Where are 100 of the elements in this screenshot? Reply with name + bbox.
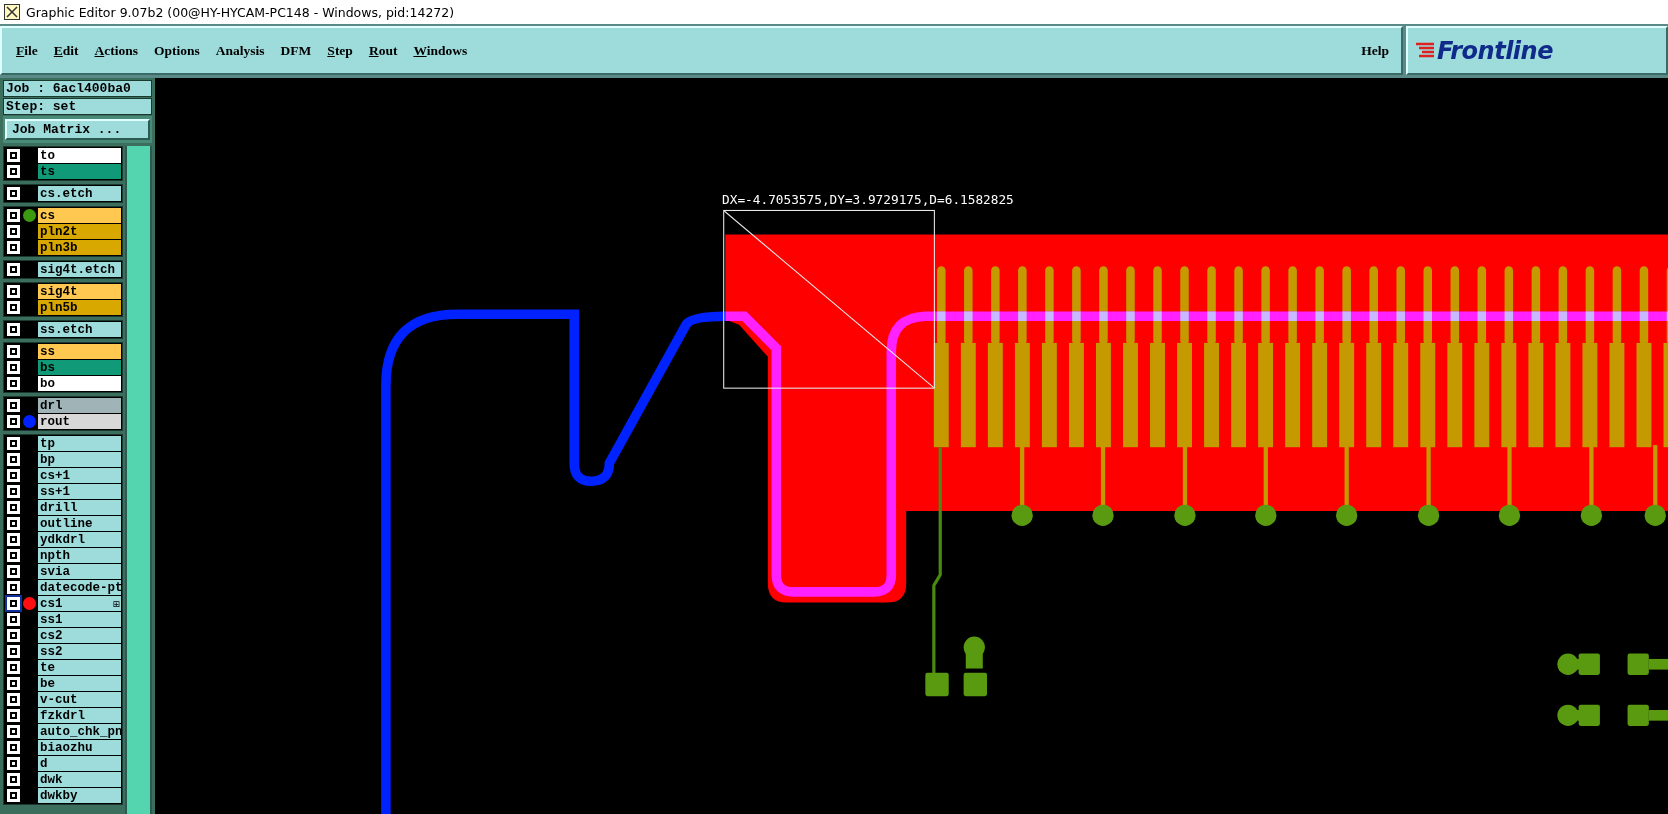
- layer-checkbox[interactable]: [7, 241, 20, 254]
- layer-row[interactable]: bp: [5, 452, 121, 467]
- layer-row[interactable]: ydkdrl: [5, 532, 121, 547]
- layer-checkbox[interactable]: [7, 377, 20, 390]
- layer-row[interactable]: bo: [5, 376, 121, 391]
- layer-checkbox[interactable]: [7, 469, 20, 482]
- layer-checkbox[interactable]: [7, 149, 20, 162]
- layer-row[interactable]: to: [5, 148, 121, 163]
- layer-checkbox[interactable]: [7, 209, 20, 222]
- layer-checkbox[interactable]: [7, 757, 20, 770]
- layer-checkbox[interactable]: [7, 399, 20, 412]
- layer-name[interactable]: bs: [38, 360, 121, 375]
- layer-name[interactable]: drill: [38, 500, 121, 515]
- layer-name[interactable]: te: [38, 660, 121, 675]
- layer-row[interactable]: sig4t: [5, 284, 121, 299]
- layer-checkbox[interactable]: [7, 485, 20, 498]
- help-menu-item[interactable]: Help: [1361, 42, 1389, 59]
- layer-name[interactable]: cs+1: [38, 468, 121, 483]
- layer-name[interactable]: ss.etch: [38, 322, 121, 337]
- layer-checkbox[interactable]: [7, 533, 20, 546]
- layer-name[interactable]: dwk: [38, 772, 121, 787]
- layer-name[interactable]: pln5b: [38, 300, 121, 315]
- layer-row[interactable]: bs: [5, 360, 121, 375]
- layer-checkbox[interactable]: [7, 709, 20, 722]
- layer-name[interactable]: cs2: [38, 628, 121, 643]
- layer-row[interactable]: pln2t: [5, 224, 121, 239]
- layer-checkbox[interactable]: [7, 225, 20, 238]
- layer-row[interactable]: drill: [5, 500, 121, 515]
- layer-row[interactable]: svia: [5, 564, 121, 579]
- layer-name[interactable]: be: [38, 676, 121, 691]
- layer-checkbox[interactable]: [7, 741, 20, 754]
- layer-name[interactable]: datecode-pt: [38, 580, 121, 595]
- layer-name[interactable]: ss: [38, 344, 121, 359]
- layer-name[interactable]: cs1 ⊞: [38, 596, 121, 611]
- layer-name[interactable]: fzkdrl: [38, 708, 121, 723]
- layer-row[interactable]: cs+1: [5, 468, 121, 483]
- job-matrix-button[interactable]: Job Matrix ...: [5, 119, 150, 140]
- layer-checkbox[interactable]: [7, 789, 20, 802]
- layer-name[interactable]: cs: [38, 208, 121, 223]
- layer-row[interactable]: dwkby: [5, 788, 121, 803]
- layer-row[interactable]: drl: [5, 398, 121, 413]
- layer-checkbox[interactable]: [7, 345, 20, 358]
- layer-row[interactable]: outline: [5, 516, 121, 531]
- layer-row[interactable]: v-cut: [5, 692, 121, 707]
- layer-checkbox[interactable]: [7, 549, 20, 562]
- layer-name[interactable]: tp: [38, 436, 121, 451]
- layer-name[interactable]: svia: [38, 564, 121, 579]
- menu-item[interactable]: Options: [154, 42, 200, 59]
- layer-checkbox[interactable]: [7, 187, 20, 200]
- layer-name[interactable]: ts: [38, 164, 121, 179]
- layer-row[interactable]: ss: [5, 344, 121, 359]
- layer-checkbox[interactable]: [7, 677, 20, 690]
- layer-checkbox[interactable]: [7, 323, 20, 336]
- layer-name[interactable]: bp: [38, 452, 121, 467]
- layer-checkbox[interactable]: [7, 693, 20, 706]
- layer-row[interactable]: ts: [5, 164, 121, 179]
- scrollbar[interactable]: [125, 146, 152, 814]
- layer-checkbox[interactable]: [7, 645, 20, 658]
- layer-row[interactable]: ss+1: [5, 484, 121, 499]
- layer-row[interactable]: te: [5, 660, 121, 675]
- layer-row[interactable]: ss2: [5, 644, 121, 659]
- layer-name[interactable]: to: [38, 148, 121, 163]
- layer-checkbox[interactable]: [7, 361, 20, 374]
- layer-checkbox[interactable]: [7, 501, 20, 514]
- layer-checkbox[interactable]: [7, 725, 20, 738]
- layer-name[interactable]: outline: [38, 516, 121, 531]
- layer-row[interactable]: datecode-pt: [5, 580, 121, 595]
- layer-row[interactable]: pln3b: [5, 240, 121, 255]
- layer-checkbox[interactable]: [7, 453, 20, 466]
- layer-row[interactable]: fzkdrl: [5, 708, 121, 723]
- layer-name[interactable]: drl: [38, 398, 121, 413]
- layer-name[interactable]: ss1: [38, 612, 121, 627]
- menu-item[interactable]: Edit: [53, 42, 79, 59]
- layer-name[interactable]: biaozhu: [38, 740, 121, 755]
- layer-name[interactable]: bo: [38, 376, 121, 391]
- layer-name[interactable]: auto_chk_pn: [38, 724, 121, 739]
- layer-name[interactable]: sig4t: [38, 284, 121, 299]
- layer-name[interactable]: ss2: [38, 644, 121, 659]
- layer-checkbox[interactable]: [7, 165, 20, 178]
- menu-item[interactable]: DFM: [280, 42, 312, 59]
- layer-row[interactable]: npth: [5, 548, 121, 563]
- layer-row[interactable]: auto_chk_pn: [5, 724, 121, 739]
- layer-row[interactable]: cs.etch: [5, 186, 121, 201]
- menu-item[interactable]: Step: [327, 42, 353, 59]
- layer-row[interactable]: cs2: [5, 628, 121, 643]
- layer-checkbox[interactable]: [7, 597, 20, 610]
- layer-checkbox[interactable]: [7, 629, 20, 642]
- layer-row[interactable]: be: [5, 676, 121, 691]
- layer-name[interactable]: d: [38, 756, 121, 771]
- layer-row[interactable]: dwk: [5, 772, 121, 787]
- layer-checkbox[interactable]: [7, 565, 20, 578]
- layer-row[interactable]: ss.etch: [5, 322, 121, 337]
- layer-row[interactable]: ss1: [5, 612, 121, 627]
- layer-name[interactable]: dwkby: [38, 788, 121, 803]
- layer-row[interactable]: tp: [5, 436, 121, 451]
- layer-row[interactable]: cs1 ⊞: [5, 596, 121, 611]
- layer-checkbox[interactable]: [7, 263, 20, 276]
- menu-item[interactable]: Rout: [368, 42, 398, 59]
- layer-row[interactable]: d: [5, 756, 121, 771]
- layer-name[interactable]: sig4t.etch: [38, 262, 121, 277]
